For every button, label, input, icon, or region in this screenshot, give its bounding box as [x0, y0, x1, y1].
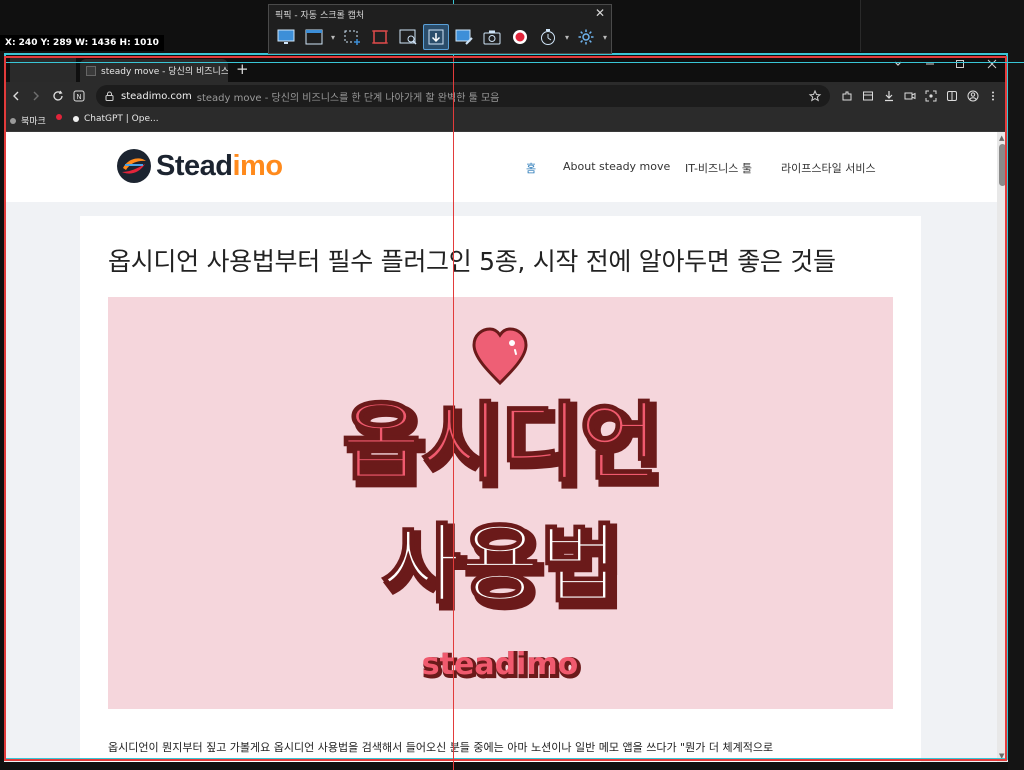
maximize-icon[interactable]: [948, 58, 972, 74]
hero-graphic: 옵시디언 옵시디언 사용법 사용법 steadimo steadimo: [341, 327, 666, 686]
bookmarks-bar: 북마크 ChatGPT | Ope...: [4, 110, 1008, 132]
site-info-icon[interactable]: [104, 87, 115, 106]
menu-lifestyle[interactable]: 라이프스타일 서비스: [781, 160, 876, 176]
svg-text:N: N: [76, 93, 81, 101]
scroll-up-icon[interactable]: ▲: [999, 134, 1004, 142]
download-icon[interactable]: [881, 88, 897, 104]
favorite-icon[interactable]: [808, 88, 822, 107]
window-icon[interactable]: [301, 24, 327, 50]
back-icon[interactable]: [8, 88, 24, 104]
background-edge: [1008, 0, 1024, 770]
chatgpt-icon: [73, 116, 79, 122]
capture-close-icon[interactable]: ✕: [595, 6, 605, 20]
browser-window: steady move - 당신의 비즈니스를 + N steadimo.com…: [4, 56, 1008, 762]
bookmark-folder[interactable]: 북마크: [10, 114, 46, 127]
tab-title: steady move - 당신의 비즈니스를: [101, 67, 228, 77]
minimize-icon[interactable]: [918, 58, 942, 74]
camera-icon[interactable]: [479, 24, 505, 50]
forward-icon[interactable]: [28, 88, 44, 104]
screenshot-icon[interactable]: [923, 88, 939, 104]
bookmark-chatgpt[interactable]: ChatGPT | Ope...: [73, 114, 159, 124]
close-icon[interactable]: [980, 58, 1004, 74]
background-panel: [860, 0, 1024, 52]
tab-active[interactable]: steady move - 당신의 비즈니스를: [80, 59, 228, 82]
draw-icon[interactable]: [451, 24, 477, 50]
record-icon[interactable]: [507, 24, 533, 50]
window-dropdown-icon[interactable]: ▾: [329, 33, 337, 42]
gear-icon[interactable]: [573, 24, 599, 50]
timer-dropdown-icon[interactable]: ▾: [563, 33, 571, 42]
tab-search-icon[interactable]: [886, 58, 910, 74]
fixed-region-icon[interactable]: [367, 24, 393, 50]
window-select-icon[interactable]: [395, 24, 421, 50]
heart-icon: [472, 327, 528, 386]
collections-icon[interactable]: [860, 88, 876, 104]
menu-it-tools[interactable]: IT-비즈니스 툴: [685, 160, 752, 176]
monitor-icon[interactable]: [273, 24, 299, 50]
settings-dropdown-icon[interactable]: ▾: [601, 33, 609, 42]
folder-icon: [10, 117, 16, 124]
more-menu-icon[interactable]: [985, 88, 1001, 104]
hero-line2: 사용법: [381, 515, 618, 615]
url-page-title: steady move - 당신의 비즈니스를 한 단계 나아가게 할 완벽한 …: [196, 92, 500, 104]
new-tab-button[interactable]: +: [236, 60, 249, 78]
region-icon[interactable]: [339, 24, 365, 50]
article-card: 옵시디언 사용법부터 필수 플러그인 5종, 시작 전에 알아두면 좋은 것들 …: [80, 216, 921, 762]
favicon-icon: [86, 65, 96, 76]
navigation-bar: N steadimo.com steady move - 당신의 비즈니스를 한…: [4, 82, 1008, 110]
post-body-paragraph: 옵시디언이 뭔지부터 짚고 가볼게요 옵시디언 사용법을 검색해서 들어오신 분…: [108, 741, 774, 754]
extensions-icon[interactable]: [839, 88, 855, 104]
capture-toolbar: 픽픽 - 자동 스크롤 캡처 ✕ ▾ ▾ ▾: [268, 4, 612, 54]
hero-line1: 옵시디언: [342, 393, 658, 493]
tab-strip: steady move - 당신의 비즈니스를 +: [4, 56, 1008, 82]
capture-toolbar-title: 픽픽 - 자동 스크롤 캡처: [275, 11, 365, 21]
profile-icon[interactable]: [965, 88, 981, 104]
menu-home[interactable]: 홈: [526, 160, 536, 176]
split-screen-icon[interactable]: [944, 88, 960, 104]
hero-brand: steadimo: [422, 647, 578, 682]
scroll-capture-icon[interactable]: [423, 24, 449, 50]
capture-coordinates: X: 240 Y: 289 W: 1436 H: 1010: [0, 35, 164, 51]
logo-text-part1: Stead: [156, 149, 233, 182]
menu-about[interactable]: About steady move: [563, 160, 670, 173]
post-title: 옵시디언 사용법부터 필수 플러그인 5종, 시작 전에 알아두면 좋은 것들: [108, 247, 836, 276]
site-logo[interactable]: Steadimo: [116, 148, 283, 184]
bookmark-red[interactable]: [56, 114, 62, 120]
logo-icon: [117, 149, 151, 183]
logo-text-part2: imo: [232, 149, 283, 182]
site-header: Steadimo 홈 About steady move IT-비즈니스 툴 라…: [4, 132, 997, 202]
bookmark-favicon-icon: [56, 114, 62, 120]
reload-icon[interactable]: [50, 88, 66, 104]
capture-tools: ▾ ▾ ▾: [273, 24, 609, 50]
address-bar[interactable]: steadimo.com steady move - 당신의 비즈니스를 한 단…: [96, 85, 830, 107]
naver-icon[interactable]: N: [71, 88, 87, 104]
page-scrollbar[interactable]: ▲ ▼: [997, 132, 1008, 762]
scroll-thumb[interactable]: [999, 144, 1006, 186]
tab-thumbnail[interactable]: [10, 58, 76, 82]
hero-image: 옵시디언 옵시디언 사용법 사용법 steadimo steadimo: [108, 297, 893, 709]
scroll-down-icon[interactable]: ▼: [999, 752, 1004, 760]
timer-icon[interactable]: [535, 24, 561, 50]
url-host: steadimo.com: [121, 90, 192, 102]
video-icon[interactable]: [902, 88, 918, 104]
page-viewport: Steadimo 홈 About steady move IT-비즈니스 툴 라…: [4, 132, 997, 762]
